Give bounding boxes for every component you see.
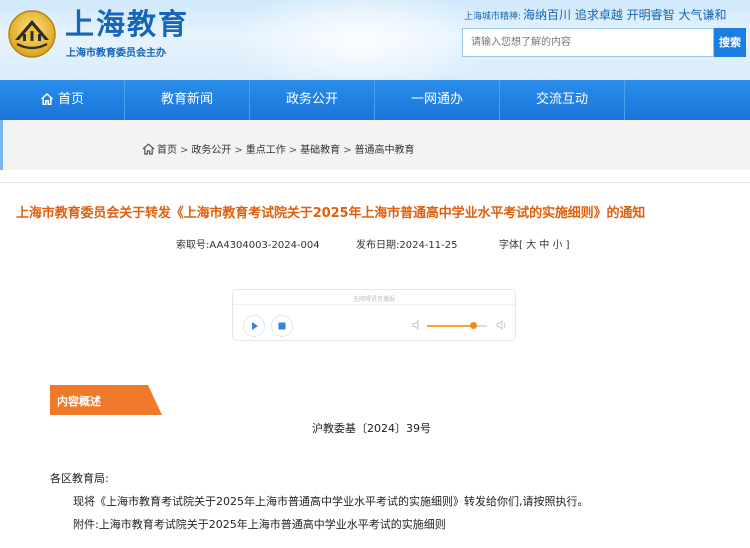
nav-item-one-stop[interactable]: 一网通办 — [375, 80, 500, 120]
font-size-medium[interactable]: 中 — [539, 240, 549, 251]
player-divider — [233, 304, 515, 305]
audio-player: 无障碍语音播报 — [232, 289, 516, 341]
play-icon — [252, 322, 258, 330]
stop-icon — [278, 322, 286, 330]
breadcrumb-link-home[interactable]: 首页 — [157, 141, 177, 156]
attachment-link[interactable]: 附件:上海市教育考试院关于2025年上海市普通高中学业水平考试的实施细则 — [73, 516, 446, 532]
nav-item-label: 首页 — [57, 92, 84, 107]
index-label: 索取号: — [176, 240, 210, 251]
article-title: 上海市教育委员会关于转发《上海市教育考试院关于2025年上海市普通高中学业水平考… — [16, 206, 646, 221]
breadcrumb-link-basic-education[interactable]: 基础教育 — [300, 141, 340, 156]
nav-item-label: 交流互动 — [535, 92, 588, 107]
search-box — [462, 28, 714, 57]
slogan-text: 海纳百川 追求卓越 开明睿智 大气谦和 — [523, 8, 727, 22]
nav-item-label: 一网通办 — [410, 92, 463, 107]
font-size-switcher: 字体[ 大 中 小 ] — [499, 236, 570, 251]
search-input[interactable] — [463, 29, 711, 56]
home-icon — [142, 143, 155, 155]
site-header: 上海教育 上海市教育委员会主办 上海城市精神: 海纳百川 追求卓越 开明睿智 大气… — [0, 0, 750, 80]
breadcrumb-separator: > — [234, 145, 243, 156]
site-logo[interactable] — [7, 9, 57, 59]
date-label: 发布日期: — [356, 240, 400, 251]
site-title[interactable]: 上海教育 — [65, 6, 189, 42]
breadcrumb-separator: > — [288, 145, 298, 156]
main-nav: 首页 教育新闻 政务公开 一网通办 交流互动 — [0, 80, 750, 120]
breadcrumb-link-gov-affairs[interactable]: 政务公开 — [191, 141, 231, 156]
font-size-label: 字体[ — [499, 240, 523, 251]
divider — [0, 182, 750, 183]
city-slogan: 上海城市精神: 海纳百川 追求卓越 开明睿智 大气谦和 — [464, 7, 727, 25]
stop-button[interactable] — [271, 315, 293, 337]
volume-slider[interactable] — [427, 325, 487, 327]
body-paragraph: 现将《上海市教育考试院关于2025年上海市普通高中学业水平考试的实施细则》转发给… — [73, 495, 589, 508]
date-value: 2024-11-25 — [399, 240, 458, 251]
breadcrumb-link-high-school[interactable]: 普通高中教育 — [355, 141, 415, 156]
slogan-prefix: 上海城市精神: — [464, 12, 522, 22]
player-hint: 无障碍语音播报 — [352, 296, 395, 303]
header-decoration — [230, 0, 490, 80]
search-button[interactable]: 搜索 — [714, 28, 746, 57]
nav-item-label: 政务公开 — [285, 92, 338, 107]
strip-accent — [0, 120, 3, 170]
nav-item-gov-affairs[interactable]: 政务公开 — [250, 80, 375, 120]
font-size-small[interactable]: 小 — [552, 240, 562, 251]
body-salutation: 各区教育局: — [50, 472, 109, 485]
breadcrumb-separator: > — [343, 145, 352, 156]
breadcrumb-link-key-work[interactable]: 重点工作 — [246, 141, 286, 156]
home-icon — [40, 92, 53, 105]
nav-item-home[interactable]: 首页 — [0, 80, 125, 120]
volume-down-icon[interactable] — [411, 319, 423, 331]
document-number: 沪教委基〔2024〕39号 — [312, 422, 431, 435]
site-subtitle: 上海市教育委员会主办 — [66, 48, 166, 59]
article-index: 索取号:AA4304003-2024-004 — [176, 236, 320, 251]
volume-up-icon[interactable] — [495, 319, 509, 331]
article-date: 发布日期:2024-11-25 — [356, 236, 458, 251]
breadcrumb-separator: > — [180, 145, 189, 156]
nav-item-news[interactable]: 教育新闻 — [125, 80, 250, 120]
volume-slider-handle[interactable] — [470, 322, 478, 329]
breadcrumb: 首页 > 政务公开 > 重点工作 > 基础教育 > 普通高中教育 — [142, 141, 415, 156]
nav-item-interaction[interactable]: 交流互动 — [500, 80, 625, 120]
section-tag-label: 内容概述 — [57, 395, 101, 408]
index-value: AA4304003-2024-004 — [209, 240, 320, 251]
font-size-large[interactable]: 大 — [526, 240, 536, 251]
play-button[interactable] — [243, 315, 265, 337]
nav-item-label: 教育新闻 — [160, 92, 213, 107]
font-size-close: ] — [565, 240, 570, 251]
